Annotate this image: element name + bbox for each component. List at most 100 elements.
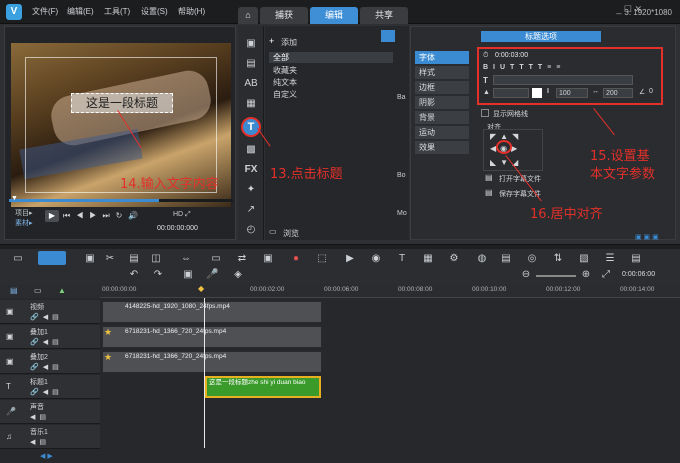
fit-icon[interactable]: ⤢ [600,269,612,281]
title-clip[interactable]: 这是一段标题zhe shi yi duan biao [205,376,321,398]
mode-clip[interactable]: 素材▸ [15,218,33,228]
playhead-icon[interactable]: ▼ [11,195,18,202]
toolbar-icon-16[interactable]: ◍ [476,253,488,265]
instant-project-icon[interactable]: ▤ [243,58,259,72]
font-select[interactable] [493,75,633,85]
library-item-custom[interactable]: 自定义 [273,89,297,100]
tab-motion[interactable]: 运动 [415,126,469,139]
speed-icon[interactable]: ◴ [243,224,259,238]
toolbar-icon-5[interactable]: ⇔ [180,253,192,265]
browse-button[interactable]: 浏览 [283,228,299,239]
zoom-in-icon[interactable]: ⊕ [580,269,592,281]
align-bottom-row[interactable]: ◣▼◢ [490,158,522,167]
toolbar-icon-21[interactable]: ☰ [604,253,616,265]
track-manager-icon[interactable]: ▤ [10,286,18,295]
toolbar-icon-4[interactable]: ◫ [150,253,162,265]
add-track-icon[interactable]: ▭ [34,286,42,295]
tab-edit[interactable]: 编辑 [310,7,358,24]
browse-icon[interactable]: ▭ [269,227,277,236]
play-button[interactable]: ▶ [45,210,59,222]
toolbar-icon-row2-5[interactable]: ◈ [232,269,244,281]
mode-project[interactable]: 项目▸ [15,208,33,218]
toolbar-icon-17[interactable]: ▤ [500,253,512,265]
toolbar-icon-11[interactable]: ▶ [344,253,356,265]
path-icon[interactable]: ✦ [243,184,259,198]
timeline-ruler[interactable]: 00:00:00:00 00:00:02:00 00:00:06:00 00:0… [100,284,680,298]
tab-style[interactable]: 样式 [415,66,469,79]
playhead-marker[interactable]: ◆ [198,284,204,293]
toolbar-icon-12[interactable]: ◉ [370,253,382,265]
track-controls[interactable]: 🔗◀▤ [30,313,63,321]
tab-shadow[interactable]: 阴影 [415,96,469,109]
track-controls[interactable]: ◀▤ [30,438,50,446]
toolbar-icon-6[interactable]: ▭ [210,253,222,265]
splitter-bar[interactable] [0,245,680,249]
menu-tools[interactable]: 工具(T) [104,6,130,17]
track-controls[interactable]: 🔗◀▤ [30,388,63,396]
timecode-display[interactable]: 00:00:00:000 [157,225,198,232]
title-icon[interactable]: T [241,117,261,137]
font-scale-input[interactable]: 100 [556,88,588,98]
line-spacing-input[interactable]: 200 [603,88,633,98]
cut-icon[interactable]: ✂ [104,253,116,265]
microphone-icon[interactable]: 🎤 [206,269,218,281]
toolbar-icon-19[interactable]: ⇅ [552,253,564,265]
toolbar-icon-18[interactable]: ◎ [526,253,538,265]
media-icon[interactable]: ▣ [243,38,259,52]
menu-edit[interactable]: 编辑(E) [67,6,94,17]
overlay1-clip[interactable]: 6718231-hd_1366_720_24fps.mp4 [102,326,322,348]
storyboard-view-icon[interactable]: ▭ [12,253,24,265]
overlay2-clip[interactable]: 6718231-hd_1366_720_24fps.mp4 [102,351,322,373]
undo-icon[interactable]: ↶ [128,269,140,281]
rotation-input[interactable]: 0 [649,88,653,95]
tab-share[interactable]: 共享 [360,7,408,24]
redo-icon[interactable]: ↷ [152,269,164,281]
toolbar-icon-15[interactable]: ⚙ [448,253,460,265]
zoom-slider[interactable] [536,275,576,277]
timeline-cursor[interactable] [204,298,205,448]
add-button[interactable]: 添加 [281,37,297,48]
tab-effects[interactable]: 效果 [415,141,469,154]
fx-icon[interactable]: FX [243,164,259,178]
font-size-select[interactable] [493,88,529,98]
toolbar-icon-22[interactable]: ▤ [630,253,642,265]
add-icon[interactable]: + [269,36,274,46]
library-item-all[interactable]: 全部 [269,52,393,63]
tab-capture[interactable]: 捕获 [260,7,308,24]
toolbar-icon-7[interactable]: ⇄ [236,253,248,265]
text-style-buttons[interactable]: BIUTTTT≡≡ [483,64,565,71]
graphics-icon[interactable]: ▦ [243,98,259,112]
hd-icon[interactable]: HD ⤢ [173,211,191,219]
transport-controls[interactable]: ⏮◀▶⏭↻🔊 [63,211,144,221]
motion-icon[interactable]: ↗ [243,204,259,218]
toolbar-icon-1[interactable]: ▣ [84,253,96,265]
toolbar-icon-20[interactable]: ▧ [578,253,590,265]
home-tab[interactable]: ⌂ [238,7,258,24]
track-controls[interactable]: 🔗◀▤ [30,363,63,371]
duration-field[interactable]: 0:00:03:00 [495,52,528,59]
tab-font[interactable]: 字体 [415,51,469,64]
timeline-view-button[interactable] [38,251,66,265]
video-clip[interactable]: 4148225-hd_1920_1080_24fps.mp4 [102,301,322,323]
toolbar-icon-3[interactable]: ▤ [128,253,140,265]
track-controls[interactable]: ◀▤ [30,413,50,421]
toolbar-icon-row2-3[interactable]: ▣ [182,269,194,281]
panel-corner-icons[interactable]: ▣ ▣ ▣ [635,233,659,241]
tab-background[interactable]: 背景 [415,111,469,124]
title-text-box[interactable]: 这是一段标题 [71,93,173,113]
library-item-plain-text[interactable]: 纯文本 [273,77,297,88]
font-color-swatch[interactable] [532,88,542,98]
chapter-icon[interactable]: ▲ [58,286,66,295]
menu-help[interactable]: 帮助(H) [178,6,205,17]
toolbar-icon-14[interactable]: ▦ [422,253,434,265]
show-grid-checkbox[interactable] [481,109,489,117]
library-item-favorites[interactable]: 收藏夹 [273,65,297,76]
scrub-bar[interactable] [9,199,233,202]
zoom-out-icon[interactable]: ⊖ [520,269,532,281]
zoom-timecode[interactable]: 0:00:06:00 [622,271,655,278]
transition-icon[interactable]: AB [243,78,259,92]
toolbar-icon-8[interactable]: ▣ [262,253,274,265]
library-corner-icon[interactable] [381,30,395,42]
timeline-scroll-controls[interactable]: ◀ ▶ [40,452,53,460]
toolbar-icon-10[interactable]: ⬚ [316,253,328,265]
